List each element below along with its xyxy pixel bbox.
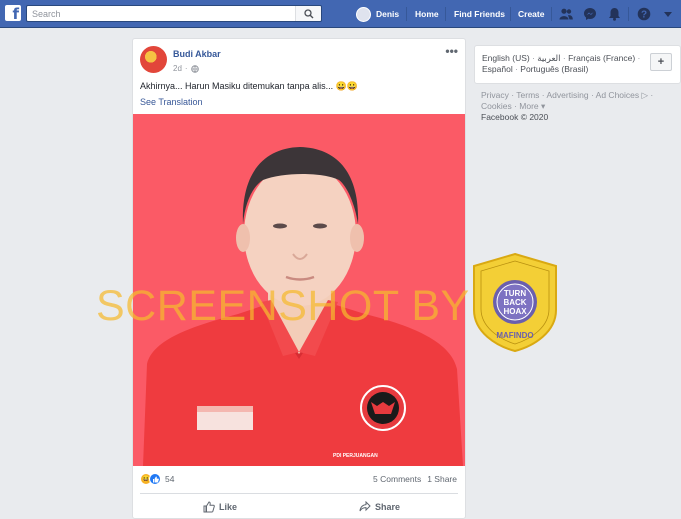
footer-more[interactable]: More ▾ [519, 101, 545, 111]
nav-divider [551, 7, 552, 21]
mafindo-badge: TURN BACK HOAX MAFINDO [472, 252, 558, 353]
facebook-logo[interactable]: f [5, 5, 21, 21]
badge-line-1: TURN [504, 289, 526, 298]
footer-terms[interactable]: Terms [516, 90, 539, 100]
language-spanish[interactable]: Español [482, 64, 513, 74]
like-icon [203, 501, 215, 513]
ad-choices-label: Ad Choices [595, 90, 640, 100]
language-arabic[interactable]: العربية [537, 53, 560, 63]
badge-line-3: HOAX [503, 307, 527, 316]
globe-icon [190, 64, 199, 73]
create-link[interactable]: Create [518, 0, 544, 28]
create-label: Create [518, 9, 545, 19]
like-reaction-icon [149, 473, 161, 485]
feed-post: Budi Akbar 2d · ••• Akhirnya... Harun Ma… [132, 38, 466, 519]
post-text: Akhirnya... Harun Masiku ditemukan tanpa… [140, 81, 359, 91]
copyright: Facebook © 2020 [481, 112, 549, 122]
post-author-name[interactable]: Budi Akbar [173, 49, 221, 59]
top-navigation-bar: f Denis Home Find Friends Create ? [0, 0, 681, 28]
mafindo-logo: TURN BACK HOAX MAFINDO [473, 252, 557, 353]
reaction-count: 54 [165, 474, 175, 484]
comments-count[interactable]: 5 Comments [373, 474, 421, 484]
add-language-button[interactable]: + [650, 53, 672, 71]
nav-divider [406, 7, 407, 21]
profile-name: Denis [376, 9, 400, 19]
watermark-text: SCREENSHOT BY [96, 282, 470, 330]
like-button[interactable]: Like [203, 501, 237, 513]
help-icon[interactable]: ? [636, 6, 652, 22]
reaction-summary[interactable]: 😆 54 [140, 473, 174, 485]
language-french[interactable]: Français (France) [568, 53, 635, 63]
see-translation-link[interactable]: See Translation [140, 97, 203, 107]
ad-choices-icon: ▷ [641, 90, 649, 100]
post-meta: 2d · [173, 64, 199, 73]
avatar [356, 6, 371, 22]
footer-ad-choices[interactable]: Ad Choices ▷ [596, 90, 648, 100]
home-link[interactable]: Home [415, 0, 439, 28]
badge-line-2: BACK [503, 298, 526, 307]
friend-requests-icon[interactable] [558, 6, 574, 22]
footer-links: Privacy · Terms · Advertising · Ad Choic… [481, 90, 654, 111]
footer-privacy[interactable]: Privacy [481, 90, 509, 100]
search-input[interactable] [27, 6, 292, 21]
language-english[interactable]: English (US) [482, 53, 530, 63]
more-label: More [519, 101, 539, 111]
share-label: Share [375, 501, 401, 512]
engagement-counts: 5 Comments 1 Share [373, 474, 457, 484]
nav-divider [628, 7, 629, 21]
svg-text:?: ? [641, 10, 647, 21]
post-author-avatar[interactable] [140, 46, 167, 73]
chevron-down-icon: ▾ [541, 101, 546, 111]
footer-advertising[interactable]: Advertising [547, 90, 589, 100]
post-options-icon[interactable]: ••• [445, 44, 458, 58]
find-friends-link[interactable]: Find Friends [454, 0, 505, 28]
search-icon [303, 8, 313, 18]
search-bar [26, 5, 322, 22]
nav-divider [510, 7, 511, 21]
search-button[interactable] [295, 6, 321, 21]
shares-count[interactable]: 1 Share [427, 474, 457, 484]
language-selector: English (US) · العربية · Français (Franc… [474, 45, 681, 84]
badge-bottom-text: MAFINDO [496, 331, 533, 340]
share-icon [359, 501, 371, 512]
shirt-label: PDI PERJUANGAN [333, 453, 378, 459]
language-portuguese[interactable]: Português (Brasil) [520, 64, 588, 74]
notifications-icon[interactable] [606, 6, 622, 22]
account-menu-icon[interactable] [660, 6, 676, 22]
post-timestamp[interactable]: 2d [173, 64, 182, 73]
action-divider [140, 493, 458, 494]
profile-link[interactable]: Denis [356, 0, 399, 28]
footer-cookies[interactable]: Cookies [481, 101, 512, 111]
language-list: English (US) · العربية · Français (Franc… [482, 53, 641, 74]
nav-divider [445, 7, 446, 21]
share-button[interactable]: Share [359, 501, 400, 512]
find-friends-label: Find Friends [454, 9, 505, 19]
messenger-icon[interactable] [582, 6, 598, 22]
like-label: Like [219, 502, 238, 512]
meta-dot: · [184, 64, 188, 73]
home-label: Home [415, 9, 439, 19]
